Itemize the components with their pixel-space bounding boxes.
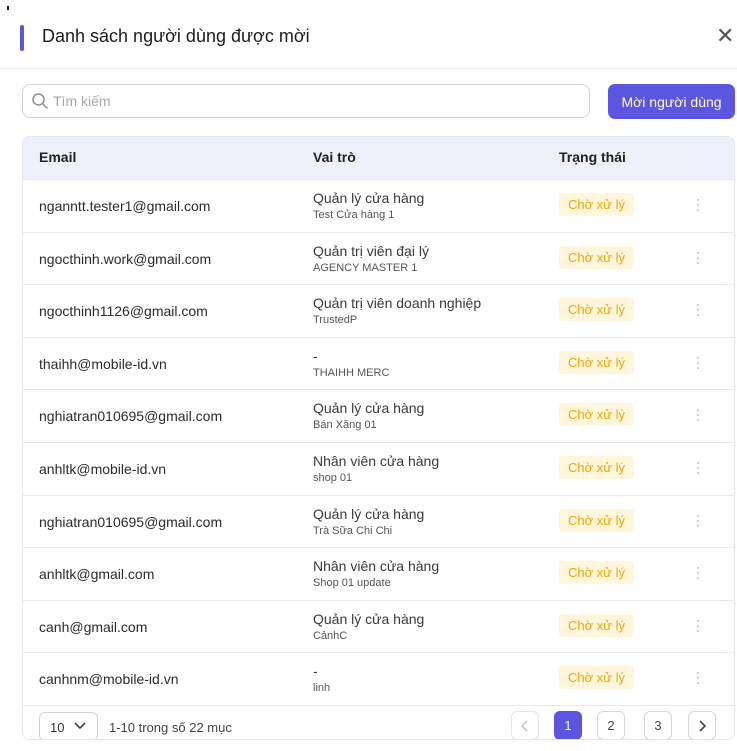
more-vertical-icon[interactable] [693, 406, 703, 426]
table-row[interactable]: nghiatran010695@gmail.com Quản lý cửa hàn… [23, 389, 734, 443]
row-email: thaihh@mobile-id.vn [39, 355, 167, 372]
page-size-select[interactable]: 10 [39, 712, 98, 739]
more-vertical-icon[interactable] [693, 564, 703, 584]
chevron-right-icon [699, 720, 707, 732]
row-role: - [313, 663, 318, 680]
more-vertical-icon[interactable] [693, 512, 703, 532]
row-store: Bán Xăng 01 [313, 419, 377, 432]
row-store: shop 01 [313, 472, 353, 484]
page-button-2[interactable]: 2 [597, 711, 625, 739]
next-page-button[interactable] [688, 711, 716, 739]
row-store: THAIHH MERC [313, 366, 390, 379]
pagination-range: 1-10 trong số 22 mục [109, 720, 232, 735]
page-button-3[interactable]: 3 [644, 711, 672, 739]
status-badge: Chờ xử lý [559, 403, 634, 427]
more-vertical-icon[interactable] [693, 669, 703, 689]
status-badge: Chờ xử lý [559, 298, 634, 322]
status-badge: Chờ xử lý [559, 193, 634, 216]
search-box[interactable] [22, 84, 590, 118]
status-badge: Chờ xử lý [559, 666, 634, 690]
row-email: nghiatran010695@gmail.com [39, 408, 223, 425]
row-role: - [313, 347, 318, 364]
search-input[interactable] [53, 90, 573, 112]
more-vertical-icon[interactable] [693, 249, 703, 269]
row-email: nganntt.tester1@gmail.com [39, 198, 211, 214]
row-store: linh [313, 682, 331, 695]
row-store: AGENCY MASTER 1 [313, 261, 418, 274]
row-role: Nhân viên cửa hàng [313, 558, 440, 575]
prev-page-button[interactable] [511, 711, 539, 739]
table-row[interactable]: canhnm@mobile-id.vn - linh Chờ xử lý [23, 652, 734, 706]
dialog-title: Danh sách người dùng được mời [42, 26, 310, 46]
more-vertical-icon[interactable] [693, 301, 703, 321]
row-role: Nhân viên cửa hàng [313, 453, 440, 469]
row-email: canhnm@mobile-id.vn [39, 671, 179, 688]
table-row[interactable]: nganntt.tester1@gmail.com Quản lý cửa hàn… [23, 179, 734, 233]
status-badge: Chờ xử lý [559, 245, 634, 269]
page-button-1[interactable]: 1 [554, 711, 582, 739]
row-email: canh@gmail.com [39, 618, 148, 635]
row-store: Shop 01 update [313, 577, 391, 590]
pagination-bar: 10 1-10 trong số 22 mục 1 2 3 [23, 705, 734, 739]
row-email: nghiatran010695@gmail.com [39, 513, 223, 530]
row-store: Test Cửa hàng 1 [313, 209, 395, 221]
row-role: Quản lý cửa hàng [313, 505, 425, 522]
close-icon[interactable]: ✕ [716, 25, 734, 47]
row-email: anhltk@gmail.com [39, 566, 155, 583]
chevron-down-icon [74, 722, 86, 730]
dialog-header: Danh sách người dùng được mời ✕ [0, 0, 737, 69]
row-email: ngocthinh.work@gmail.com [39, 250, 212, 267]
row-role: Quản trị viên doanh nghiệp [313, 295, 482, 312]
row-role: Quản lý cửa hàng [313, 610, 425, 627]
column-header-email: Email [39, 149, 77, 165]
row-role: Quản lý cửa hàng [313, 190, 425, 206]
invited-users-table: Email Vai trò Trạng thái nganntt.tester1… [22, 136, 735, 740]
row-store: TrustedP [313, 314, 358, 327]
column-header-status: Trạng thái [559, 149, 626, 165]
table-row[interactable]: anhltk@mobile-id.vn Nhân viên cửa hàng sho… [23, 442, 734, 496]
chevron-left-icon [520, 720, 528, 732]
status-badge: Chờ xử lý [559, 561, 634, 585]
status-badge: Chờ xử lý [559, 508, 634, 532]
row-store: Trà Sữa Chi Chi [313, 524, 393, 537]
table-row[interactable]: ngocthinh1126@gmail.com Quản trị viên doa… [23, 284, 734, 338]
table-row[interactable]: canh@gmail.com Quản lý cửa hàng CảnhC Chờ x… [23, 599, 734, 654]
more-vertical-icon[interactable] [693, 617, 703, 637]
invite-user-button[interactable]: Mời người dùng [608, 84, 735, 119]
table-row[interactable]: nghiatran010695@gmail.com Quản lý cửa hàn… [23, 494, 734, 549]
search-icon [32, 93, 48, 109]
row-store: CảnhC [313, 629, 348, 642]
more-vertical-icon[interactable] [693, 459, 703, 479]
table-row[interactable]: thaihh@mobile-id.vn - THAIHH MERC Chờ xử lý [23, 336, 734, 391]
page-size-value: 10 [50, 720, 65, 735]
row-role: Quản trị viên đại lý [313, 242, 429, 259]
table-header: Email Vai trò Trạng thái [23, 137, 734, 179]
column-header-role: Vai trò [313, 149, 356, 165]
table-row[interactable]: anhltk@gmail.com Nhân viên cửa hàng Shop 0… [23, 547, 734, 601]
row-role: Quản lý cửa hàng [313, 400, 425, 417]
status-badge: Chờ xử lý [559, 456, 634, 479]
title-accent-bar [20, 25, 24, 51]
row-email: ngocthinh1126@gmail.com [39, 303, 208, 320]
table-row[interactable]: ngocthinh.work@gmail.com Quản trị viên đạ… [23, 231, 734, 286]
row-email: anhltk@mobile-id.vn [39, 461, 167, 477]
more-vertical-icon[interactable] [693, 196, 703, 216]
more-vertical-icon[interactable] [693, 354, 703, 374]
status-badge: Chờ xử lý [559, 350, 634, 374]
status-badge: Chờ xử lý [559, 613, 634, 637]
